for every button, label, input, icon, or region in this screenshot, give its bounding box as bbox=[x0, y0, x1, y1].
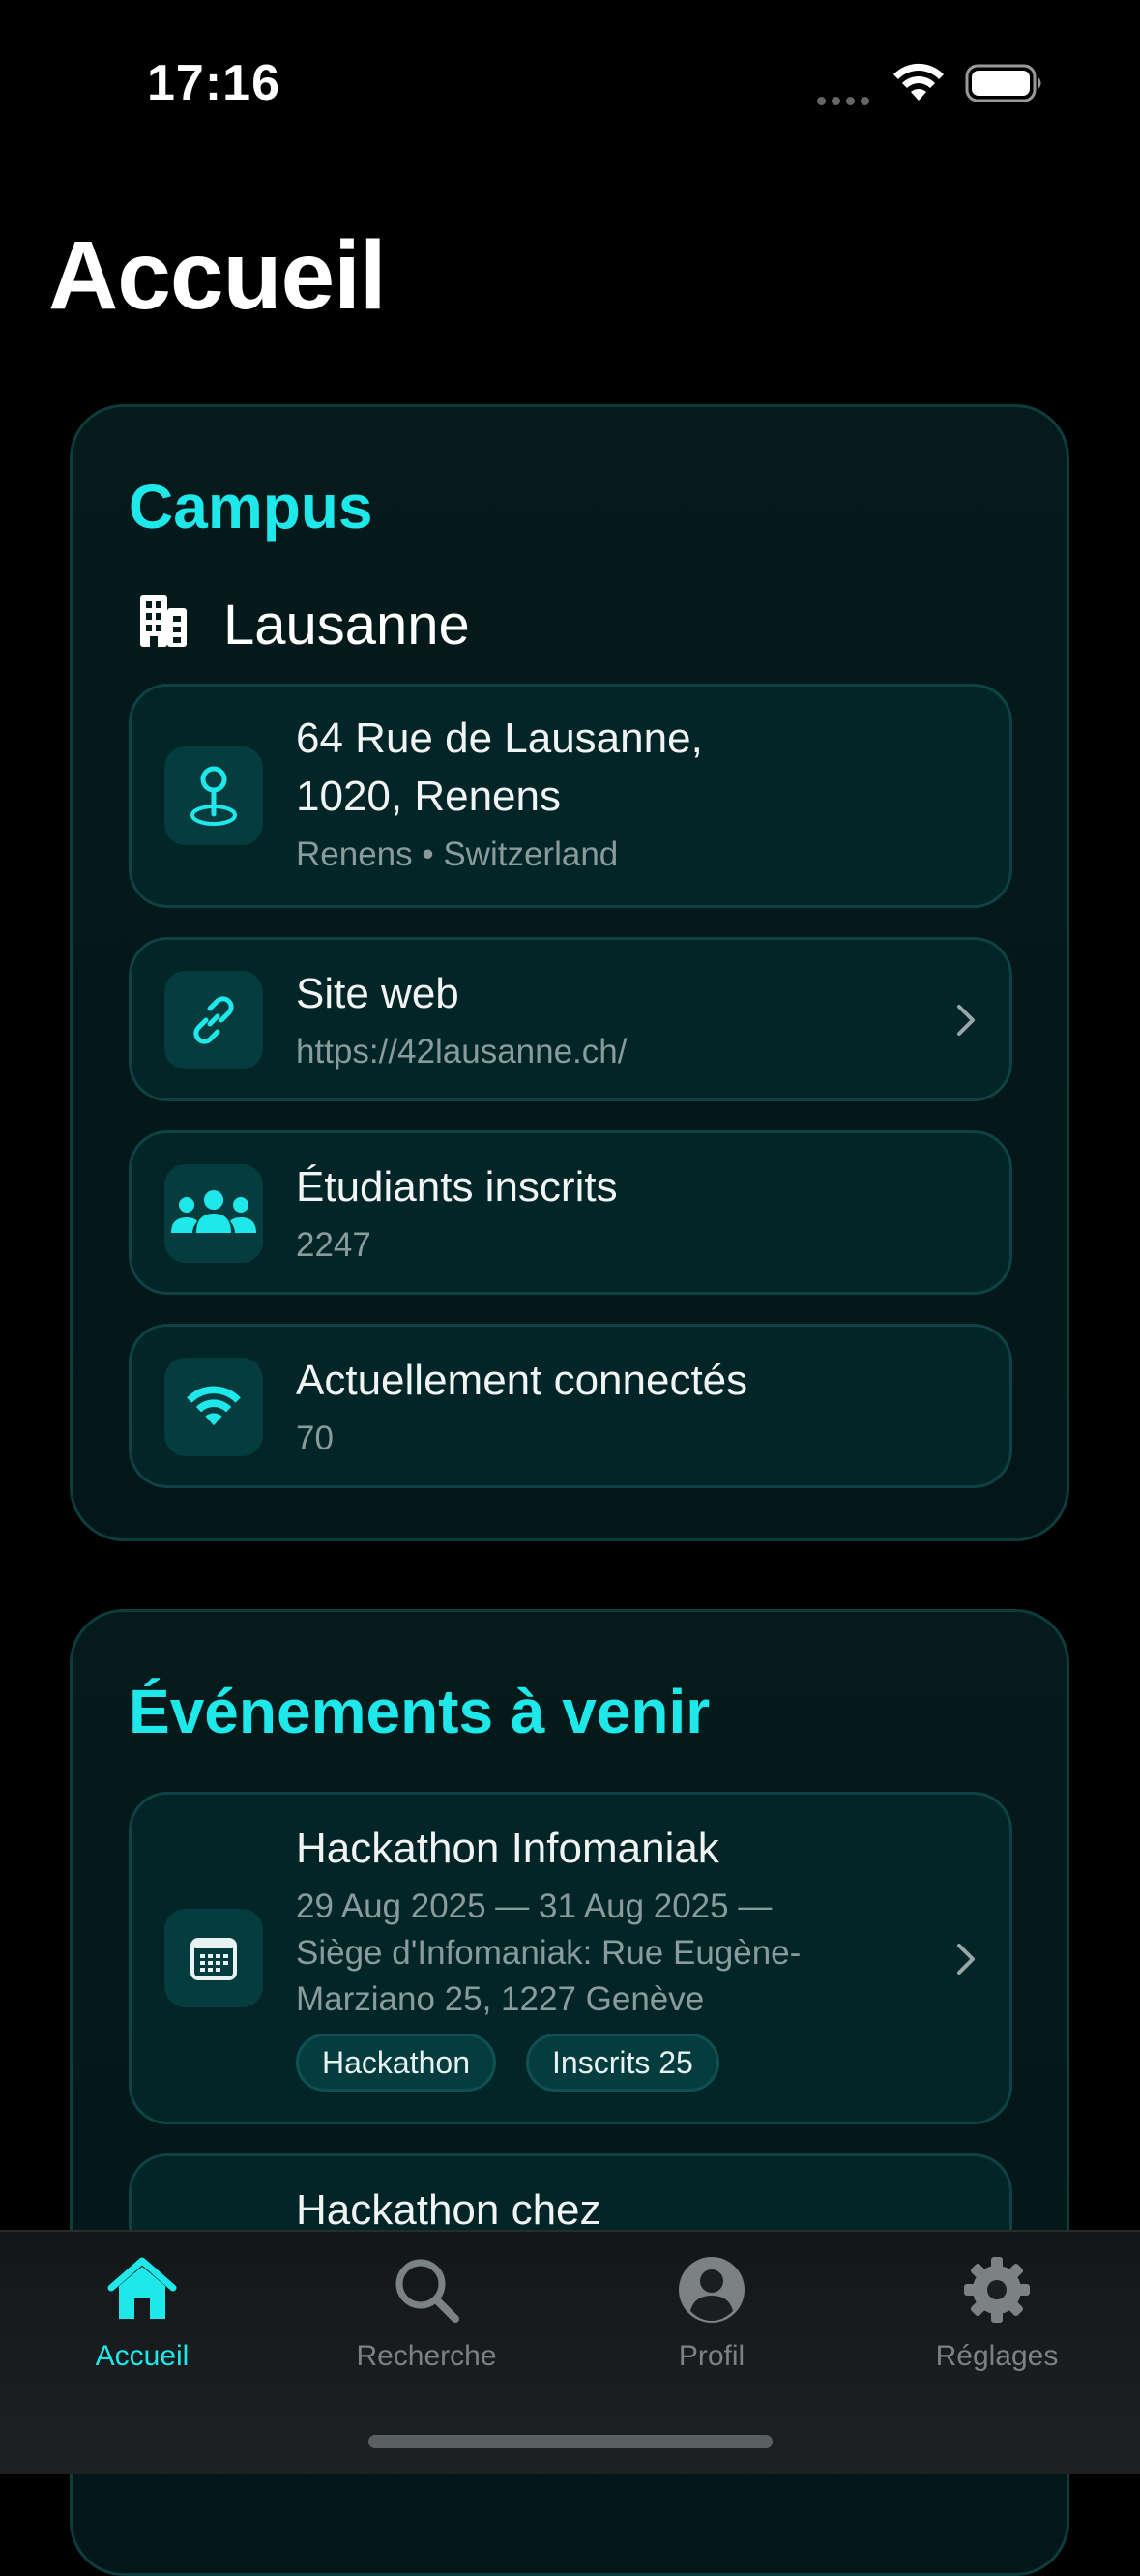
event-title: Hackathon Infomaniak bbox=[296, 1825, 719, 1872]
students-title: Étudiants inscrits bbox=[296, 1163, 618, 1211]
address-city-country: Renens • Switzerland bbox=[296, 835, 619, 873]
connected-icon-box bbox=[164, 1358, 263, 1456]
tab-label: Accueil bbox=[95, 2340, 190, 2372]
address-line-2: 1020, Renens bbox=[296, 773, 561, 820]
tab-label: Profil bbox=[678, 2340, 745, 2372]
event-icon-box bbox=[164, 1909, 263, 2007]
battery-icon bbox=[965, 64, 1041, 102]
wifi-status-icon bbox=[893, 63, 944, 101]
tab-accueil[interactable]: Accueil bbox=[0, 2232, 284, 2386]
status-time: 17:16 bbox=[147, 55, 280, 111]
website-title: Site web bbox=[296, 970, 459, 1017]
tab-label: Recherche bbox=[356, 2340, 497, 2372]
campus-card: Campus Lausanne 64 Rue de Lausanne, 1020… bbox=[70, 404, 1069, 1541]
campus-name: Lausanne bbox=[223, 594, 470, 657]
address-icon-box bbox=[164, 746, 263, 845]
connected-count: 70 bbox=[296, 1420, 334, 1457]
event-tag-registered: Inscrits 25 bbox=[526, 2034, 719, 2092]
calendar-icon bbox=[190, 1938, 237, 1980]
event-detail-line-1: 29 Aug 2025 — 31 Aug 2025 — bbox=[296, 1888, 773, 1925]
house-icon bbox=[107, 2257, 177, 2319]
website-url[interactable]: https://42lausanne.ch/ bbox=[296, 1029, 627, 1075]
building-icon bbox=[140, 595, 187, 647]
website-icon-box bbox=[164, 971, 263, 1069]
event-detail-line-3: Marziano 25, 1227 Genève bbox=[296, 1980, 705, 2018]
search-icon bbox=[395, 2259, 459, 2323]
tab-reglages[interactable]: Réglages bbox=[855, 2232, 1139, 2386]
tab-recherche[interactable]: Recherche bbox=[284, 2232, 569, 2386]
event-item[interactable]: Hackathon Infomaniak 29 Aug 2025 — 31 Au… bbox=[129, 1792, 1012, 2124]
connected-title: Actuellement connectés bbox=[296, 1357, 748, 1404]
events-section-title: Événements à venir bbox=[129, 1677, 711, 1746]
event-tag-category: Hackathon bbox=[296, 2034, 496, 2092]
students-row: Étudiants inscrits 2247 bbox=[129, 1130, 1012, 1295]
event-detail-line-2: Siège d'Infomaniak: Rue Eugène- bbox=[296, 1934, 802, 1972]
chevron-right-icon bbox=[957, 1005, 975, 1036]
profile-icon bbox=[679, 2257, 745, 2323]
students-icon-box bbox=[164, 1164, 263, 1263]
connected-row: Actuellement connectés 70 bbox=[129, 1324, 1012, 1488]
students-count: 2247 bbox=[296, 1226, 371, 1264]
page-title: Accueil bbox=[48, 221, 387, 330]
home-indicator bbox=[368, 2435, 773, 2448]
link-icon bbox=[193, 996, 234, 1044]
chevron-right-icon bbox=[957, 1944, 975, 1975]
map-pin-icon bbox=[190, 766, 237, 826]
address-row[interactable]: 64 Rue de Lausanne, 1020, Renens Renens … bbox=[129, 684, 1012, 908]
tab-label: Réglages bbox=[935, 2340, 1059, 2372]
cellular-signal-icon bbox=[817, 93, 875, 105]
wifi-icon bbox=[187, 1386, 241, 1426]
gear-icon bbox=[964, 2257, 1030, 2323]
website-row[interactable]: Site web https://42lausanne.ch/ bbox=[129, 937, 1012, 1101]
campus-section-title: Campus bbox=[129, 472, 373, 542]
people-icon bbox=[171, 1190, 256, 1233]
status-bar: 17:16 bbox=[0, 0, 1140, 164]
address-line-1: 64 Rue de Lausanne, bbox=[296, 715, 703, 762]
tab-profil[interactable]: Profil bbox=[570, 2232, 854, 2386]
